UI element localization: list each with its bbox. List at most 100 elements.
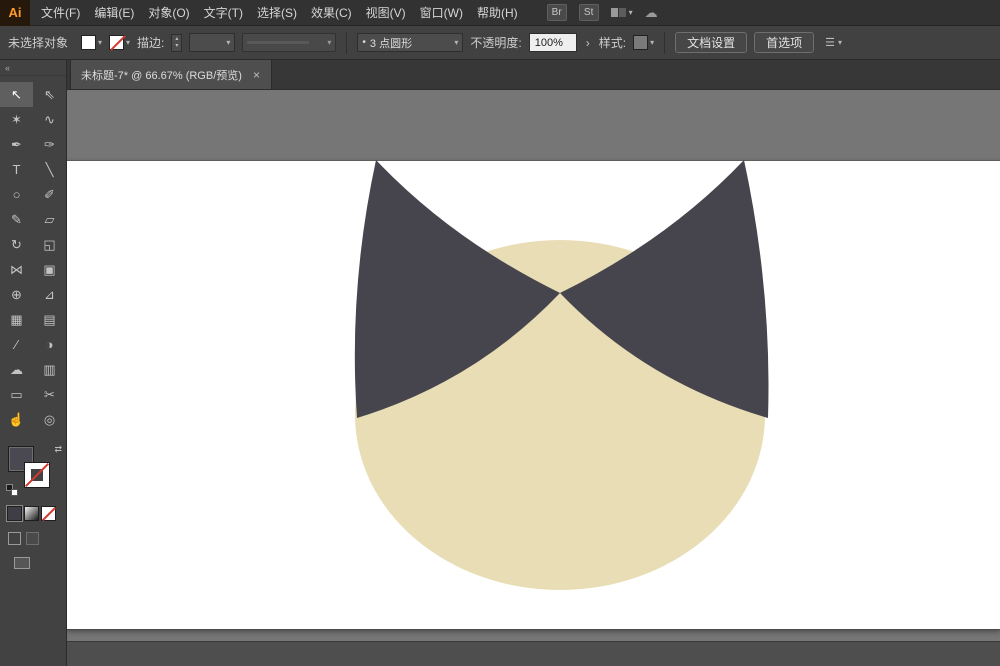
selection-tool[interactable]: ↖ — [0, 82, 33, 107]
eyedropper-tool[interactable]: ∕ — [0, 332, 33, 357]
menu-bar: Ai 文件(F) 编辑(E) 对象(O) 文字(T) 选择(S) 效果(C) 视图(V) 窗口… — [0, 0, 1000, 26]
stroke-color-swatch[interactable] — [109, 35, 125, 50]
menu-item[interactable]: 视图(V) — [359, 0, 413, 26]
mesh-tool[interactable]: ▦ — [0, 307, 33, 332]
stroke-weight-stepper[interactable]: ▴ ▾ — [171, 33, 183, 52]
direct-selection-tool[interactable]: ⇖ — [33, 82, 66, 107]
menu-item[interactable]: 文件(F) — [34, 0, 87, 26]
artwork — [354, 160, 769, 590]
fill-color-dropdown[interactable]: ▾ — [81, 35, 102, 50]
variable-width-profile-dropdown[interactable]: ▾ — [242, 33, 337, 52]
stepper-down-icon[interactable]: ▾ — [172, 43, 181, 50]
pen-tool[interactable]: ✒ — [0, 132, 33, 157]
color-mode-row — [7, 506, 66, 521]
brush-name: 3 点圆形 — [369, 37, 413, 50]
draw-normal-button[interactable] — [8, 532, 21, 545]
chevron-down-icon: ▾ — [628, 8, 633, 17]
ellipse-tool[interactable]: ○ — [0, 182, 33, 207]
type-tool[interactable]: T — [0, 157, 33, 182]
separator — [346, 31, 348, 54]
document-tab[interactable]: 未标题-7* @ 66.67% (RGB/预览) × — [70, 59, 272, 89]
line-segment-tool[interactable]: ╲ — [33, 157, 66, 182]
stepper-up-icon[interactable]: ▴ — [172, 36, 181, 43]
fill-color-swatch[interactable] — [81, 35, 97, 50]
menu-item[interactable]: 选择(S) — [250, 0, 304, 26]
blend-tool[interactable]: ◑ — [33, 332, 66, 357]
width-profile-preview — [247, 41, 310, 44]
draw-behind-button[interactable] — [26, 532, 39, 545]
chevron-down-icon: ▾ — [327, 38, 332, 47]
style-dropdown[interactable]: ▾ — [633, 35, 654, 50]
paintbrush-tool[interactable]: ✐ — [33, 182, 66, 207]
menu-items: 文件(F) 编辑(E) 对象(O) 文字(T) 选择(S) 效果(C) 视图(V) 窗口(W)… — [34, 0, 525, 26]
drawing-mode-row — [8, 532, 66, 545]
stock-button[interactable]: St — [578, 4, 599, 21]
scale-tool[interactable]: ◱ — [33, 232, 66, 257]
menu-item[interactable]: 效果(C) — [304, 0, 359, 26]
menubar-right: Br St ▾ ☁ — [546, 4, 658, 21]
opacity-options-button[interactable]: › — [584, 36, 592, 50]
lasso-tool[interactable]: ∿ — [33, 107, 66, 132]
magic-wand-tool[interactable]: ✶ — [0, 107, 33, 132]
menu-item[interactable]: 帮助(H) — [470, 0, 525, 26]
menu-item[interactable]: 窗口(W) — [413, 0, 470, 26]
zoom-tool[interactable]: ◎ — [33, 407, 66, 432]
gradient-tool[interactable]: ▤ — [33, 307, 66, 332]
fill-stroke-widget: ⇄ — [6, 444, 62, 496]
brush-preview-dot: • — [362, 37, 366, 48]
arrange-documents-dropdown[interactable]: ☰ ▾ — [825, 36, 842, 49]
chevron-down-icon: ▾ — [650, 38, 655, 47]
stroke-swatch[interactable] — [24, 462, 50, 488]
selection-status: 未选择对象 — [8, 36, 69, 50]
column-graph-tool[interactable]: ▥ — [33, 357, 66, 382]
menu-item[interactable]: 文字(T) — [197, 0, 250, 26]
pencil-tool[interactable]: ✎ — [0, 207, 33, 232]
document-tab-bar: 未标题-7* @ 66.67% (RGB/预览) × — [67, 59, 1000, 90]
chevron-down-icon: ▾ — [226, 38, 231, 47]
screen-mode-button[interactable] — [14, 557, 30, 569]
style-label: 样式: — [598, 36, 627, 50]
opacity-label: 不透明度: — [470, 36, 522, 50]
tools-panel: « ↖ ⇖ ✶ ∿ ✒ ✑ T ╲ ○ ✐ ✎ ▱ ↻ ◱ ⋈ ▣ ⊕ ⊿ ▦ ▤ ∕ ◑ ☁ ▥ ▭ ✂ ☝ ◎ ⇄ — [0, 60, 67, 666]
cloud-icon[interactable]: ☁ — [645, 5, 658, 21]
shape-builder-tool[interactable]: ⊕ — [0, 282, 33, 307]
brush-definition-dropdown[interactable]: • 3 点圆形 ▾ — [357, 33, 464, 52]
chevron-down-icon: ▾ — [126, 38, 131, 47]
none-button[interactable] — [41, 506, 56, 521]
gradient-button[interactable] — [24, 506, 39, 521]
swap-fill-stroke-icon[interactable]: ⇄ — [54, 444, 62, 455]
rotate-tool[interactable]: ↻ — [0, 232, 33, 257]
stroke-color-dropdown[interactable]: ▾ — [109, 35, 130, 50]
add-anchor-point-tool[interactable]: ✑ — [33, 132, 66, 157]
symbol-sprayer-tool[interactable]: ☁ — [0, 357, 33, 382]
close-tab-icon[interactable]: × — [252, 68, 261, 82]
stroke-weight-label: 描边: — [137, 36, 165, 50]
width-tool[interactable]: ⋈ — [0, 257, 33, 282]
menu-item[interactable]: 对象(O) — [141, 0, 196, 26]
artboard-tool[interactable]: ▭ — [0, 382, 33, 407]
perspective-grid-tool[interactable]: ⊿ — [33, 282, 66, 307]
tools-panel-header: « — [0, 60, 66, 76]
canvas-area[interactable] — [67, 90, 1000, 666]
workspace-switcher[interactable]: ▾ — [610, 8, 633, 17]
collapse-panel-icon[interactable]: « — [5, 63, 10, 73]
stroke-weight-dropdown[interactable]: ▾ — [189, 33, 236, 52]
free-transform-tool[interactable]: ▣ — [33, 257, 66, 282]
slice-tool[interactable]: ✂ — [33, 382, 66, 407]
control-bar: 未选择对象 ▾ ▾ 描边: ▴ ▾ ▾ ▾ • 3 点圆形 ▾ 不透明度: 10… — [0, 26, 1000, 60]
menu-item[interactable]: 编辑(E) — [87, 0, 141, 26]
eraser-tool[interactable]: ▱ — [33, 207, 66, 232]
status-bar[interactable] — [67, 641, 1000, 666]
default-fill-stroke-icon[interactable] — [6, 484, 18, 496]
opacity-input[interactable]: 100% — [528, 33, 577, 52]
chevron-down-icon: ▾ — [454, 38, 459, 47]
hand-tool[interactable]: ☝ — [0, 407, 33, 432]
app-logo[interactable]: Ai — [0, 0, 30, 26]
preferences-button[interactable]: 首选项 — [754, 32, 815, 53]
document-setup-button[interactable]: 文档设置 — [675, 32, 748, 53]
stroke-swatch-hole — [31, 469, 43, 481]
document-tab-title: 未标题-7* @ 66.67% (RGB/预览) — [81, 69, 242, 82]
color-button[interactable] — [7, 506, 22, 521]
style-swatch[interactable] — [633, 35, 649, 50]
bridge-button[interactable]: Br — [546, 4, 567, 21]
